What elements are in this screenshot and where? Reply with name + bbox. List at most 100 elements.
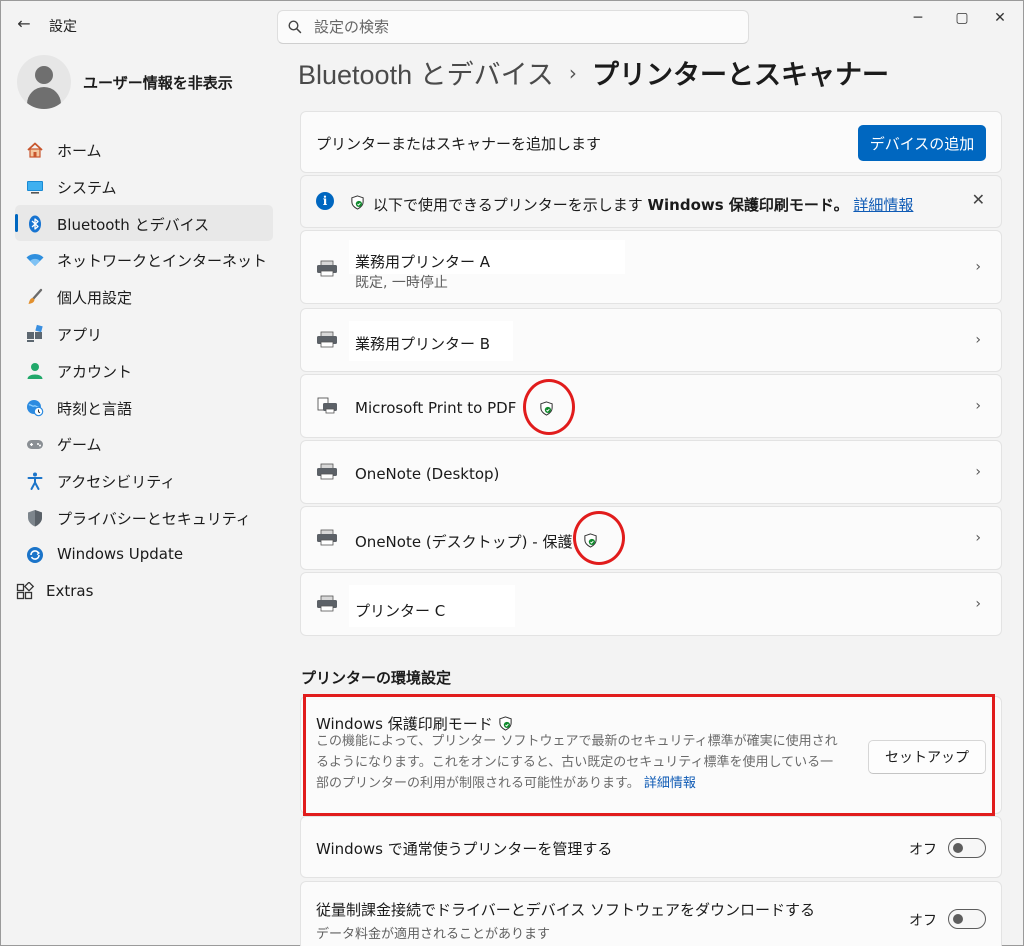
add-device-card: プリンターまたはスキャナーを追加します デバイスの追加 <box>300 111 1002 173</box>
sidebar-item-label: アクセシビリティ <box>57 473 176 492</box>
sidebar-item-label: Bluetooth とデバイス <box>57 215 210 234</box>
printer-row[interactable]: OneNote (デスクトップ) - 保護 › <box>300 506 1002 570</box>
toggle-knob <box>953 842 963 853</box>
sidebar-item-label: 個人用設定 <box>57 289 133 308</box>
printer-name: 業務用プリンター B <box>355 335 491 353</box>
gamepad-icon <box>27 440 43 450</box>
printer-icon <box>317 260 337 277</box>
pdf-printer-icon <box>317 397 337 414</box>
info-bold-text: Windows 保護印刷モード。 <box>647 196 849 214</box>
printer-row[interactable]: OneNote (Desktop) › <box>300 440 1002 504</box>
globe-clock-icon <box>27 399 44 416</box>
page-title: プリンターとスキャナー <box>591 60 889 91</box>
sidebar-item-windows-update[interactable]: Windows Update <box>15 536 273 573</box>
user-name: ユーザー情報を非表示 <box>83 74 233 92</box>
manage-default-title: Windows で通常使うプリンターを管理する <box>316 840 613 858</box>
sidebar-item-label: ネットワークとインターネット <box>57 252 268 271</box>
metered-toggle[interactable] <box>948 909 986 929</box>
sidebar-item-system[interactable]: システム <box>15 168 273 205</box>
breadcrumb: Bluetooth とデバイス › プリンターとスキャナー <box>298 53 889 93</box>
info-icon: i <box>316 192 334 210</box>
annotation-circle <box>523 379 575 435</box>
manage-default-printer-card: Windows で通常使うプリンターを管理する オフ <box>300 816 1002 878</box>
brush-icon <box>28 288 43 305</box>
search-box[interactable] <box>277 10 749 44</box>
sidebar-item-personalization[interactable]: 個人用設定 <box>15 278 273 315</box>
printer-name: OneNote (Desktop) <box>355 465 500 483</box>
search-input[interactable] <box>314 11 734 43</box>
chevron-right-icon: › <box>975 332 981 348</box>
sidebar-item-apps[interactable]: アプリ <box>15 315 273 352</box>
metered-title: 従量制課金接続でドライバーとデバイス ソフトウェアをダウンロードする <box>316 901 816 919</box>
chevron-right-icon: › <box>975 596 981 612</box>
minimize-icon: ─ <box>913 10 923 26</box>
user-profile[interactable]: ユーザー情報を非表示 <box>17 55 277 109</box>
sidebar-nav: ホーム システム Bluetooth とデバイス ネットワークとインターネット … <box>15 131 273 609</box>
printer-row[interactable]: Microsoft Print to PDF › <box>300 374 1002 438</box>
sidebar-item-accounts[interactable]: アカウント <box>15 352 273 389</box>
sidebar-item-gaming[interactable]: ゲーム <box>15 425 273 462</box>
sidebar-item-network[interactable]: ネットワークとインターネット <box>15 241 273 278</box>
info-text: 以下で使用できるプリンターを示します Windows 保護印刷モード。 詳細情報 <box>373 194 913 215</box>
shield-icon <box>28 509 42 527</box>
minimize-button[interactable]: ─ <box>895 3 941 33</box>
account-icon <box>27 362 43 379</box>
sidebar-item-privacy[interactable]: プライバシーとセキュリティ <box>15 499 273 536</box>
printer-row[interactable]: プリンター C › <box>300 572 1002 636</box>
section-title: プリンターの環境設定 <box>301 669 452 687</box>
sidebar-item-home[interactable]: ホーム <box>15 131 273 168</box>
close-icon: ✕ <box>994 10 1006 26</box>
toggle-state-label: オフ <box>909 913 937 929</box>
manage-default-toggle[interactable] <box>948 838 986 858</box>
sidebar-item-label: プライバシーとセキュリティ <box>57 509 251 528</box>
printer-row[interactable]: 業務用プリンター B › <box>300 308 1002 372</box>
printer-name: OneNote (デスクトップ) - 保護 <box>355 533 573 551</box>
protected-shield-icon <box>351 195 364 210</box>
system-icon <box>27 180 43 194</box>
avatar <box>17 55 71 109</box>
printer-status: 既定, 一時停止 <box>355 275 448 291</box>
chevron-right-icon: › <box>975 530 981 546</box>
avatar-body <box>27 87 61 109</box>
annotation-highlight-box <box>303 694 995 816</box>
sidebar-item-label: Windows Update <box>57 544 184 563</box>
printer-row[interactable]: 業務用プリンター A 既定, 一時停止 › <box>300 230 1002 304</box>
app-title: 設定 <box>49 19 77 35</box>
breadcrumb-parent[interactable]: Bluetooth とデバイス <box>298 60 554 90</box>
sidebar-item-label: システム <box>57 178 117 197</box>
info-learn-more-link[interactable]: 詳細情報 <box>853 196 913 214</box>
toggle-knob <box>953 913 963 924</box>
arrow-left-icon: ← <box>17 14 31 33</box>
toggle-state-label: オフ <box>909 842 937 858</box>
sidebar-item-accessibility[interactable]: アクセシビリティ <box>15 462 273 499</box>
add-device-label: プリンターまたはスキャナーを追加します <box>316 135 602 153</box>
sidebar-item-label: 時刻と言語 <box>57 399 133 418</box>
printer-icon <box>317 595 337 612</box>
sidebar-item-extras[interactable]: Extras <box>15 573 273 610</box>
sidebar-item-label: Extras <box>46 581 94 600</box>
printer-icon <box>317 529 337 546</box>
sidebar-item-bluetooth[interactable]: Bluetooth とデバイス <box>15 204 273 242</box>
printer-name: 業務用プリンター A <box>355 253 491 271</box>
update-icon <box>27 546 43 563</box>
avatar-head <box>35 66 53 84</box>
extras-icon <box>16 581 35 599</box>
active-indicator <box>15 213 18 232</box>
back-button[interactable]: ← <box>13 13 35 35</box>
breadcrumb-separator: › <box>568 61 577 85</box>
apps-icon <box>27 324 43 342</box>
close-button[interactable]: ✕ <box>977 3 1023 33</box>
add-device-button[interactable]: デバイスの追加 <box>858 125 986 161</box>
wifi-icon <box>26 254 44 267</box>
metered-download-card: 従量制課金接続でドライバーとデバイス ソフトウェアをダウンロードする データ料金… <box>300 881 1002 946</box>
sidebar-item-time-language[interactable]: 時刻と言語 <box>15 389 273 426</box>
printer-icon <box>317 463 337 480</box>
printer-icon <box>317 331 337 348</box>
sidebar-item-label: ホーム <box>57 142 102 160</box>
sidebar-item-label: アプリ <box>57 325 103 344</box>
metered-subtitle: データ料金が適用されることがあります <box>316 927 551 942</box>
info-close-icon[interactable]: ✕ <box>972 190 985 209</box>
sidebar-item-label: アカウント <box>57 362 133 381</box>
maximize-icon: ▢ <box>955 10 969 26</box>
printer-name: プリンター C <box>355 602 446 620</box>
